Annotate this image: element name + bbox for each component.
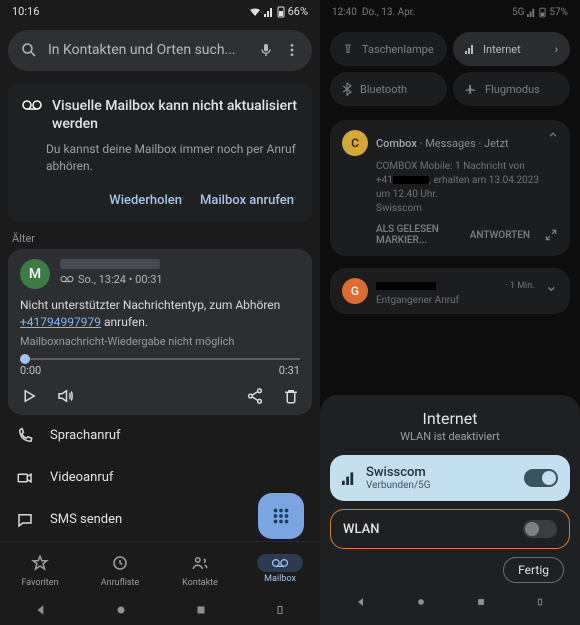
reply-button[interactable]: ANTWORTEN (470, 230, 530, 241)
search-icon (20, 41, 38, 59)
tab-mailbox[interactable]: Mailbox (257, 554, 303, 584)
message-icon (16, 511, 34, 529)
rotate-icon[interactable] (535, 597, 545, 607)
older-label: Älter (12, 232, 308, 245)
vvm-error-card: Visuelle Mailbox kann nicht aktualisiert… (8, 83, 312, 222)
time-total: 0:31 (279, 364, 300, 377)
chevron-right-icon: › (555, 43, 558, 56)
signal-icon (527, 8, 536, 17)
bottom-nav: Favoriten Anrufliste Kontakte Mailbox (0, 541, 320, 596)
internet-sheet: Internet WLAN ist deaktiviert SwisscomVe… (320, 395, 580, 625)
nav-bar (330, 587, 570, 617)
notif-body: COMBOX Mobile: 1 Nachricht von +41, erha… (376, 160, 558, 216)
airplane-icon (465, 83, 477, 95)
sheet-subtitle: WLAN ist deaktiviert (330, 430, 570, 443)
qs-flashlight[interactable]: Taschenlampe (330, 32, 447, 66)
redacted (376, 282, 436, 290)
avatar: M (20, 259, 50, 289)
notification-missed-call[interactable]: G · 1 Min.⌄ Entgangener Anruf (330, 268, 570, 314)
play-icon[interactable] (20, 387, 38, 405)
recents-icon[interactable] (476, 597, 486, 607)
qs-internet[interactable]: Internet› (453, 32, 570, 66)
phone-link[interactable]: +41794997979 (20, 315, 101, 329)
msg-text: Nicht unterstützter Nachrichtentyp, zum … (20, 297, 300, 331)
home-icon[interactable] (416, 597, 426, 607)
back-icon[interactable] (355, 596, 367, 608)
carrier-row[interactable]: SwisscomVerbunden/5G (330, 455, 570, 501)
expand-icon[interactable] (544, 228, 558, 242)
search-placeholder: In Kontakten und Orten such... (48, 42, 248, 58)
vvm-body: Du kannst deine Mailbox immer noch per A… (46, 141, 298, 175)
sheet-title: Internet (330, 409, 570, 428)
network-label: 5G (512, 7, 524, 18)
signal-icon (465, 44, 475, 54)
recents-icon[interactable] (195, 604, 207, 616)
playback-slider[interactable] (20, 358, 300, 360)
mark-read-button[interactable]: ALS GELESEN MARKIER... (376, 224, 456, 246)
voicemail-icon (60, 275, 74, 283)
speaker-icon[interactable] (56, 387, 74, 405)
voicemail-icon (22, 97, 42, 111)
battery-pct: 57% (549, 7, 568, 18)
signal-icon (264, 7, 274, 17)
wlan-row[interactable]: WLAN (330, 509, 570, 549)
bluetooth-icon (342, 82, 352, 96)
voicemail-item[interactable]: M So., 13:24 • 00:31 Nicht unterstützter… (8, 249, 312, 415)
search-field[interactable]: In Kontakten und Orten such... (8, 30, 312, 71)
status-bar: 12:40 Do., 13. Apr. 5G 57% (320, 0, 580, 24)
clock: 10:16 (12, 5, 39, 18)
nav-bar (0, 596, 320, 625)
msg-sub: Mailboxnachricht-Wiedergabe nicht möglic… (20, 335, 300, 348)
battery-icon (539, 7, 546, 18)
time-elapsed: 0:00 (20, 364, 41, 377)
avatar: C (342, 130, 368, 156)
call-mailbox-button[interactable]: Mailbox anrufen (200, 193, 294, 208)
flashlight-icon (342, 43, 354, 55)
mobile-data-toggle[interactable] (524, 469, 558, 487)
battery-pct: 66% (288, 5, 308, 18)
more-icon[interactable] (284, 42, 300, 58)
voice-call-row[interactable]: Sprachanruf (0, 415, 320, 457)
vvm-title: Visuelle Mailbox kann nicht aktualisiert… (52, 97, 298, 133)
chevron-down-icon[interactable]: ⌄ (545, 276, 558, 295)
mic-icon[interactable] (258, 42, 274, 58)
caller-redacted (60, 259, 160, 269)
phone-icon (16, 427, 34, 445)
delete-icon[interactable] (282, 387, 300, 405)
signal-icon (342, 471, 356, 485)
tab-contacts[interactable]: Kontakte (177, 550, 223, 588)
rotate-icon[interactable] (274, 604, 286, 616)
share-icon[interactable] (246, 387, 264, 405)
tab-recents[interactable]: Anrufliste (97, 550, 143, 588)
qs-bluetooth[interactable]: Bluetooth (330, 72, 447, 106)
dialpad-fab[interactable] (258, 493, 304, 539)
quick-settings: Taschenlampe Internet› Bluetooth Flugmod… (320, 24, 580, 114)
battery-icon (277, 6, 285, 18)
collapse-icon[interactable] (546, 128, 560, 142)
status-bar: 10:16 66% (0, 0, 320, 24)
home-icon[interactable] (115, 604, 127, 616)
wlan-toggle[interactable] (523, 520, 557, 538)
tab-favorites[interactable]: Favoriten (17, 550, 63, 588)
retry-button[interactable]: Wiederholen (109, 193, 182, 208)
qs-airplane[interactable]: Flugmodus (453, 72, 570, 106)
video-icon (16, 469, 34, 487)
done-button[interactable]: Fertig (503, 557, 564, 583)
notification-combox[interactable]: C Combox · Messages · Jetzt COMBOX Mobil… (330, 120, 570, 256)
msg-meta: So., 13:24 • 00:31 (78, 273, 163, 286)
avatar: G (342, 278, 368, 304)
wifi-icon (249, 7, 261, 17)
back-icon[interactable] (34, 603, 48, 617)
redacted (393, 176, 429, 184)
